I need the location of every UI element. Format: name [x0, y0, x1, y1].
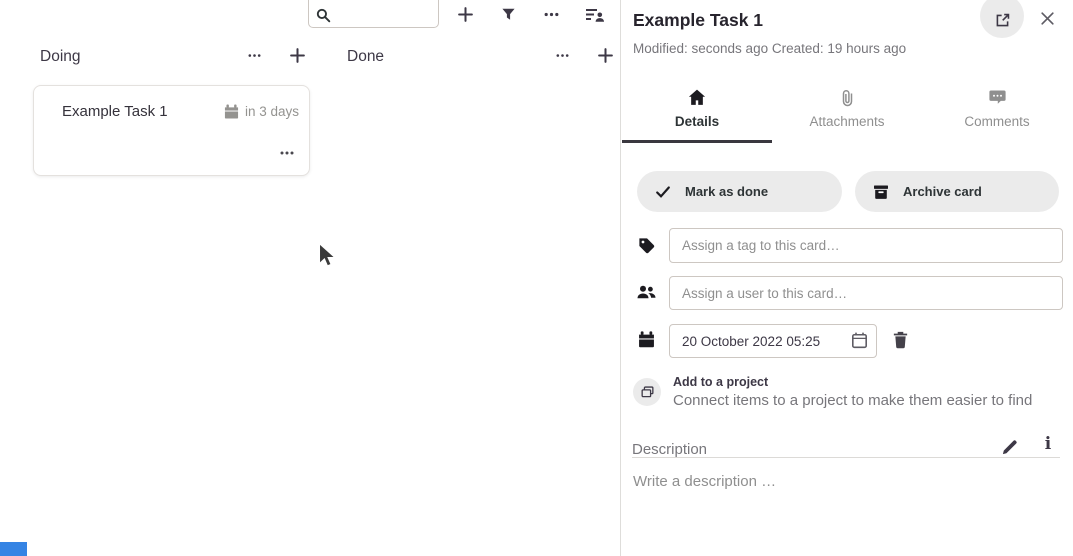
- users-icon: [637, 284, 656, 300]
- search-field[interactable]: [308, 0, 439, 28]
- panel-card-meta: Modified: seconds ago Created: 19 hours …: [633, 41, 906, 56]
- panel-tabs: Details Attachments Comments: [622, 80, 1073, 143]
- add-icon: [457, 6, 474, 23]
- column-doing-menu-button[interactable]: [244, 46, 264, 64]
- archive-icon: [873, 184, 889, 200]
- archive-card-button[interactable]: Archive card: [855, 171, 1059, 212]
- calendar-icon: [224, 104, 239, 119]
- open-card-window-button[interactable]: [980, 0, 1024, 38]
- more-icon: [543, 6, 560, 23]
- edit-description-button[interactable]: [999, 437, 1019, 457]
- add-to-project-button[interactable]: [633, 378, 661, 406]
- column-title-doing: Doing: [40, 48, 81, 66]
- tag-icon: [638, 237, 655, 254]
- filter-button[interactable]: [498, 4, 518, 24]
- card-due-text: in 3 days: [245, 104, 299, 119]
- due-date-input[interactable]: [669, 324, 877, 358]
- tab-details[interactable]: Details: [622, 80, 772, 143]
- card-menu-button[interactable]: [279, 145, 295, 161]
- add-card-button[interactable]: [455, 4, 475, 24]
- tab-attachments[interactable]: Attachments: [772, 80, 922, 143]
- blue-accent-square: [0, 542, 27, 556]
- tab-label: Comments: [964, 114, 1029, 129]
- more-icon: [555, 48, 570, 63]
- task-card[interactable]: Example Task 1 in 3 days: [33, 85, 310, 176]
- more-icon: [279, 145, 295, 161]
- column-title-done: Done: [347, 48, 384, 66]
- kanban-app-window: Doing Done Example Task 1 in 3 days: [0, 0, 1073, 556]
- description-info-button[interactable]: i: [1040, 434, 1056, 454]
- open-calendar-button[interactable]: [851, 332, 868, 349]
- comment-icon: [989, 88, 1006, 107]
- mark-as-done-button[interactable]: Mark as done: [637, 171, 842, 212]
- button-label: Archive card: [903, 184, 982, 199]
- card-title: Example Task 1: [62, 103, 168, 120]
- info-icon: i: [1045, 436, 1051, 453]
- column-doing-add-button[interactable]: [287, 45, 307, 65]
- add-icon: [597, 47, 614, 64]
- paperclip-icon: [841, 88, 853, 107]
- home-icon: [688, 88, 706, 107]
- tab-label: Attachments: [809, 114, 884, 129]
- projects-icon: [640, 385, 655, 400]
- assign-tag-input[interactable]: [669, 228, 1063, 263]
- close-icon: [1039, 10, 1056, 27]
- panel-card-title: Example Task 1: [633, 10, 763, 31]
- cursor-pointer: [318, 243, 336, 270]
- external-link-icon: [994, 12, 1011, 29]
- column-done-menu-button[interactable]: [552, 46, 572, 64]
- pencil-icon: [1001, 439, 1018, 456]
- sort-assignee-icon: [586, 6, 605, 23]
- description-placeholder[interactable]: Write a description …: [633, 473, 776, 490]
- calendar-outline-icon: [851, 332, 868, 349]
- add-icon: [289, 47, 306, 64]
- card-due-badge: in 3 days: [224, 104, 299, 119]
- due-date-field: [669, 324, 877, 358]
- board-menu-button[interactable]: [541, 5, 561, 23]
- filter-icon: [501, 7, 516, 22]
- tab-label: Details: [675, 114, 719, 129]
- tab-comments[interactable]: Comments: [922, 80, 1072, 143]
- calendar-icon: [638, 331, 655, 348]
- project-row-subtitle: Connect items to a project to make them …: [673, 392, 1032, 409]
- description-label: Description: [632, 441, 707, 458]
- remove-due-date-button[interactable]: [890, 329, 910, 351]
- close-panel-button[interactable]: [1037, 8, 1057, 28]
- search-input[interactable]: [336, 8, 432, 23]
- project-row-title: Add to a project: [673, 375, 768, 389]
- trash-icon: [893, 331, 908, 349]
- search-icon: [316, 8, 331, 23]
- check-icon: [655, 185, 671, 199]
- column-done-add-button[interactable]: [595, 45, 615, 65]
- description-divider: [632, 457, 1060, 458]
- assign-user-input[interactable]: [669, 276, 1063, 310]
- button-label: Mark as done: [685, 184, 768, 199]
- more-icon: [247, 48, 262, 63]
- sort-by-assignee-button[interactable]: [585, 5, 605, 23]
- panel-divider: [620, 0, 621, 556]
